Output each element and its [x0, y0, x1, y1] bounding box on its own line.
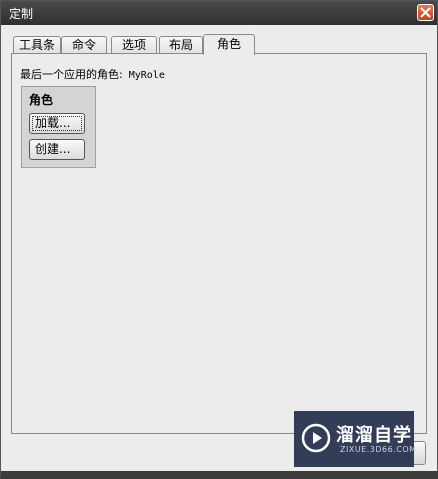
tab-layout[interactable]: 布局: [159, 36, 203, 53]
roles-group-title: 角色: [29, 93, 54, 107]
tab-toolbars[interactable]: 工具条: [13, 36, 61, 53]
watermark-title: 溜溜自学: [336, 425, 412, 446]
title-bar[interactable]: 定制: [1, 1, 437, 25]
play-logo-icon: [301, 423, 331, 453]
customize-dialog: 定制 工具条 命令 选项 布局 角色 最后一个应用的角色: MyRole 角色 加…: [0, 0, 438, 479]
last-applied-value: MyRole: [128, 70, 165, 81]
load-button[interactable]: 加载...: [29, 113, 85, 134]
window-title: 定制: [9, 7, 34, 21]
roles-group: 角色 加载... 创建...: [21, 86, 96, 168]
last-applied-role: 最后一个应用的角色: MyRole: [20, 66, 165, 82]
close-button[interactable]: [417, 4, 434, 21]
tab-roles[interactable]: 角色: [203, 34, 255, 55]
close-icon: [420, 7, 431, 18]
watermark-url: ZIXUE.3D66.COM: [340, 445, 417, 454]
watermark: 溜溜自学 ZIXUE.3D66.COM: [294, 411, 417, 467]
tab-commands[interactable]: 命令: [61, 36, 107, 53]
last-applied-label: 最后一个应用的角色:: [20, 68, 123, 81]
tab-options[interactable]: 选项: [111, 36, 157, 53]
roles-panel: 最后一个应用的角色: MyRole 角色 加载... 创建...: [11, 53, 427, 434]
create-button[interactable]: 创建...: [29, 139, 85, 160]
